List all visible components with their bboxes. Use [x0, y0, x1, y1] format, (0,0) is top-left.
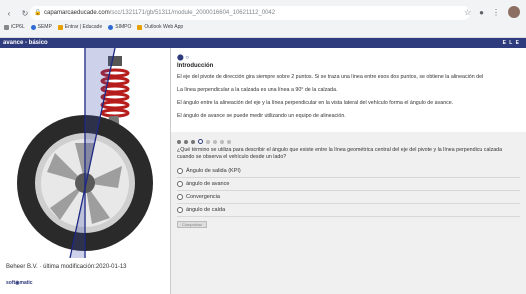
url-path: /scc/1321171/gb/51311/module_2000016604_… [109, 10, 276, 16]
progress-dot[interactable] [206, 139, 210, 144]
last-modified: Beheer B.V. · última modificación:2020-0… [6, 264, 127, 270]
avatar[interactable] [508, 6, 520, 18]
illustration-panel: Beheer B.V. · última modificación:2020-0… [0, 47, 170, 294]
lesson-content: ⬤ ○ Introducción El eje del pivote de di… [171, 48, 526, 294]
question-progress [177, 139, 520, 144]
question-text: ¿Qué término se utiliza para describir e… [177, 147, 503, 160]
answer-option[interactable]: ángulo de caída [177, 204, 520, 217]
progress-dot[interactable] [191, 139, 195, 144]
radio-button[interactable] [177, 207, 183, 213]
lock-icon: 🔒 [34, 10, 42, 16]
extension-icon[interactable]: ● [479, 8, 484, 17]
intro-paragraph: La línea perpendicular a la calzada es u… [177, 87, 338, 93]
nav-dots[interactable]: ⬤ ○ [177, 54, 520, 61]
back-icon[interactable]: ‹ [4, 9, 14, 18]
intro-paragraph: El eje del pivote de dirección gira siem… [177, 74, 484, 80]
reload-icon[interactable]: ↻ [20, 9, 30, 18]
url-host: capamarcaeducade.com [44, 10, 110, 16]
bookmarks-bar: iCP6L SEMP Entrar | Educade SIMPO Outloo… [4, 24, 183, 30]
answer-option[interactable]: ángulo de avance [177, 178, 520, 191]
option-label: Ángulo de salida (KPI) [186, 168, 241, 174]
browser-actions: ☆ ● ⋮ [464, 6, 520, 18]
option-label: ángulo de caída [186, 207, 226, 213]
intro-paragraph: El ángulo entre la alineación del eje y … [177, 100, 454, 106]
bookmark-item[interactable]: SIMPO [108, 24, 131, 30]
quiz-section: ¿Qué término se utiliza para describir e… [171, 134, 526, 294]
bookmark-item[interactable]: SEMP [30, 24, 52, 30]
progress-dot-current[interactable] [198, 139, 203, 144]
intro-section: ⬤ ○ Introducción El eje del pivote de di… [171, 48, 526, 132]
option-label: ángulo de avance [186, 181, 230, 187]
bookmark-item[interactable]: iCP6L [4, 24, 25, 30]
course-title: avance - básico [3, 40, 48, 46]
suspension-illustration [17, 47, 153, 259]
browser-chrome: ‹ ↻ 🔒 capamarcaeducade.com/scc/1321171/g… [0, 0, 526, 38]
progress-dot[interactable] [177, 139, 181, 144]
progress-dot[interactable] [184, 139, 188, 144]
radio-button[interactable] [177, 181, 183, 187]
intro-paragraph: El ángulo de avance se puede medir utili… [177, 113, 346, 119]
star-icon[interactable]: ☆ [464, 8, 471, 17]
browser-nav: ‹ ↻ [4, 9, 30, 18]
answer-option[interactable]: Convergencia [177, 191, 520, 204]
progress-dot[interactable] [213, 139, 217, 144]
address-bar[interactable]: 🔒 capamarcaeducade.com/scc/1321171/gb/51… [30, 6, 470, 20]
brand-logo: soft◉matic [6, 280, 33, 286]
header-right: E L E [502, 40, 520, 46]
bookmark-item[interactable]: Outlook Web App [137, 24, 183, 30]
radio-button[interactable] [177, 168, 183, 174]
answer-option[interactable]: Ángulo de salida (KPI) [177, 165, 520, 178]
option-label: Convergencia [186, 194, 220, 200]
bookmark-item[interactable]: Entrar | Educade [57, 24, 102, 30]
progress-dot[interactable] [227, 139, 231, 144]
check-button[interactable]: Comprobar [177, 221, 207, 228]
progress-dot[interactable] [220, 139, 224, 144]
intro-title: Introducción [177, 63, 214, 69]
menu-icon[interactable]: ⋮ [492, 8, 500, 17]
radio-button[interactable] [177, 194, 183, 200]
course-header: avance - básico E L E [0, 38, 526, 48]
